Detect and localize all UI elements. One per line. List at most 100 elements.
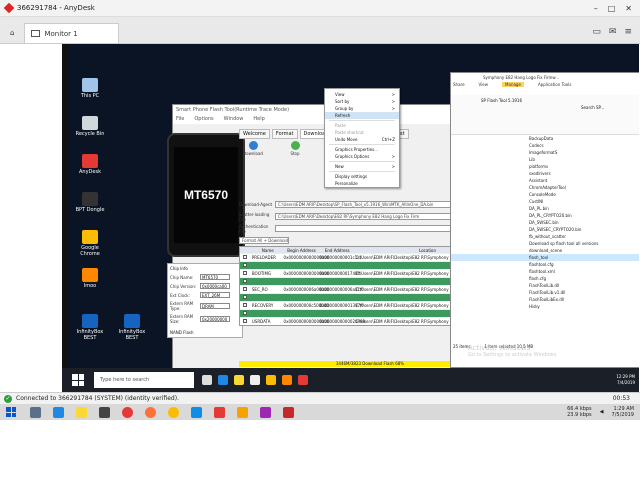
file-item[interactable]: flash.cfg — [451, 275, 639, 282]
chrome-icon[interactable] — [266, 375, 276, 385]
explorer-window[interactable]: Symphony E82 Hang Logo Fix Firmw... Shar… — [450, 72, 639, 368]
row-checkbox[interactable] — [240, 255, 252, 260]
maximize-button[interactable]: □ — [608, 4, 616, 13]
row-checkbox[interactable] — [240, 279, 252, 284]
file-item[interactable]: flashtool.cfg — [451, 261, 639, 268]
minimize-button[interactable]: – — [594, 4, 598, 13]
context-menu-item[interactable]: Graphics Properties... — [325, 146, 399, 153]
context-menu[interactable]: View > Sort by > Group by > Refresh Paste Paste … — [324, 88, 400, 188]
remote-search-input[interactable]: Type here to search — [94, 372, 194, 388]
file-item[interactable]: Hisky — [451, 303, 639, 310]
context-menu-item[interactable]: Graphics Options > — [325, 153, 399, 160]
menu-item[interactable]: Window — [224, 116, 244, 123]
file-item[interactable]: FlashToolLib.dll — [451, 282, 639, 289]
file-item[interactable]: DA_PL.bin — [451, 205, 639, 212]
row-checkbox[interactable] — [240, 303, 252, 308]
menu-item[interactable]: Help — [253, 116, 264, 123]
checkbox-icon[interactable] — [243, 279, 247, 283]
context-menu-item[interactable]: Display settings — [325, 173, 399, 180]
file-item[interactable]: BackupData — [451, 135, 639, 142]
desktop-icon[interactable]: This PC — [72, 78, 108, 99]
checkbox-icon[interactable] — [243, 295, 247, 299]
opera-icon[interactable] — [122, 406, 133, 418]
file-item[interactable]: download_scene — [451, 247, 639, 254]
file-item[interactable]: Download sp flash tool all versions — [451, 240, 639, 247]
explorer-path[interactable]: SP Flash Tool 5.1916 — [451, 95, 639, 103]
row-checkbox[interactable] — [240, 287, 252, 292]
local-clock[interactable]: 1:29 AM 7/5/2019 — [612, 406, 634, 418]
close-button[interactable]: ✕ — [625, 4, 632, 13]
cortana-icon[interactable] — [30, 406, 41, 418]
row-checkbox[interactable] — [240, 311, 252, 316]
file-item[interactable]: Lib — [451, 156, 639, 163]
context-menu-item[interactable]: Undo Move Ctrl+Z — [325, 136, 399, 143]
context-menu-item[interactable]: Sort by > — [325, 98, 399, 105]
explorer-search[interactable]: Search SP... — [451, 103, 639, 110]
context-menu-item[interactable]: Paste shortcut — [325, 129, 399, 136]
folder-icon[interactable] — [76, 406, 87, 418]
file-item[interactable]: FlashToolLibEx.dll — [451, 296, 639, 303]
remote-start-icon[interactable] — [72, 374, 84, 386]
firefox-icon[interactable] — [145, 406, 156, 418]
anydesk-icon[interactable] — [283, 406, 294, 418]
checkbox-icon[interactable] — [243, 311, 247, 315]
download-button[interactable]: Download — [241, 141, 265, 156]
tab-format[interactable]: Format — [271, 129, 298, 139]
file-item[interactable]: Codecs — [451, 142, 639, 149]
volume-icon[interactable]: ◀ — [600, 409, 604, 415]
tab-share[interactable]: Share — [453, 82, 465, 87]
remote-desktop[interactable]: This PC Recycle Bin AnyDesk BPT Dongle Googl… — [62, 44, 639, 392]
mode-select-value[interactable]: Format All + Download — [239, 237, 289, 244]
tab-manage[interactable]: Manage — [502, 82, 524, 87]
file-item[interactable]: sxodlrivers — [451, 170, 639, 177]
anydesk-icon[interactable] — [298, 375, 308, 385]
file-item[interactable]: DA_SWSEC.bin — [451, 219, 639, 226]
teamviewer-icon[interactable] — [191, 406, 202, 418]
store-icon[interactable] — [250, 375, 260, 385]
file-item[interactable]: ChromAdapterTool — [451, 184, 639, 191]
tab-view[interactable]: View — [479, 82, 489, 87]
row-checkbox[interactable] — [240, 263, 252, 268]
file-item[interactable]: FlashToolLib.v1.dll — [451, 289, 639, 296]
chat-icon[interactable]: ✉ — [609, 27, 617, 37]
context-menu-item[interactable]: Refresh — [325, 112, 399, 119]
context-menu-item[interactable]: Personalize — [325, 180, 399, 187]
file-item[interactable]: DA_SWSEC_CRYPTO20.bin — [451, 226, 639, 233]
checkbox-icon[interactable] — [243, 287, 247, 291]
context-menu-item[interactable]: Group by > — [325, 105, 399, 112]
context-menu-item[interactable]: View > — [325, 91, 399, 98]
tool-icon[interactable] — [237, 406, 248, 418]
context-menu-item[interactable]: Paste — [325, 122, 399, 129]
menu-item[interactable]: File — [176, 116, 184, 123]
ie-icon[interactable] — [53, 406, 64, 418]
task-view-icon[interactable] — [202, 375, 212, 385]
desktop-icon[interactable]: InfinityBox BEST — [72, 314, 108, 341]
row-checkbox[interactable] — [240, 271, 252, 276]
file-item[interactable]: DA_PL_CRYPTO20.bin — [451, 212, 639, 219]
checkbox-icon[interactable] — [243, 271, 247, 275]
desktop-icon[interactable]: Imoo — [72, 268, 108, 289]
paint-icon[interactable] — [260, 406, 271, 418]
file-item[interactable]: flashtool.xml — [451, 268, 639, 275]
file-item[interactable]: ImageformatS — [451, 149, 639, 156]
row-checkbox[interactable] — [240, 295, 252, 300]
stop-button[interactable]: Stop — [283, 141, 307, 156]
file-item[interactable]: CustINI — [451, 198, 639, 205]
chrome-icon[interactable] — [168, 406, 179, 418]
media-icon[interactable] — [99, 406, 110, 418]
checkbox-icon[interactable] — [243, 303, 247, 307]
mode-select[interactable]: Format All + Download — [239, 237, 289, 244]
checkbox-icon[interactable] — [243, 319, 247, 323]
home-tab[interactable]: ⌂ — [4, 23, 20, 43]
display-icon[interactable]: ▭ — [592, 27, 601, 37]
file-item[interactable]: platforms — [451, 163, 639, 170]
row-checkbox[interactable] — [240, 319, 252, 324]
file-item[interactable]: fb_without_scatter — [451, 233, 639, 240]
desktop-icon[interactable]: InfinityBox BEST — [114, 314, 150, 341]
imoo-icon[interactable] — [282, 375, 292, 385]
tab-welcome[interactable]: Welcome — [239, 129, 270, 139]
checkbox-icon[interactable] — [243, 255, 247, 259]
desktop-icon[interactable]: BPT Dongle — [72, 192, 108, 213]
anydesk-icon[interactable] — [214, 406, 225, 418]
desktop-icon[interactable]: AnyDesk — [72, 154, 108, 175]
